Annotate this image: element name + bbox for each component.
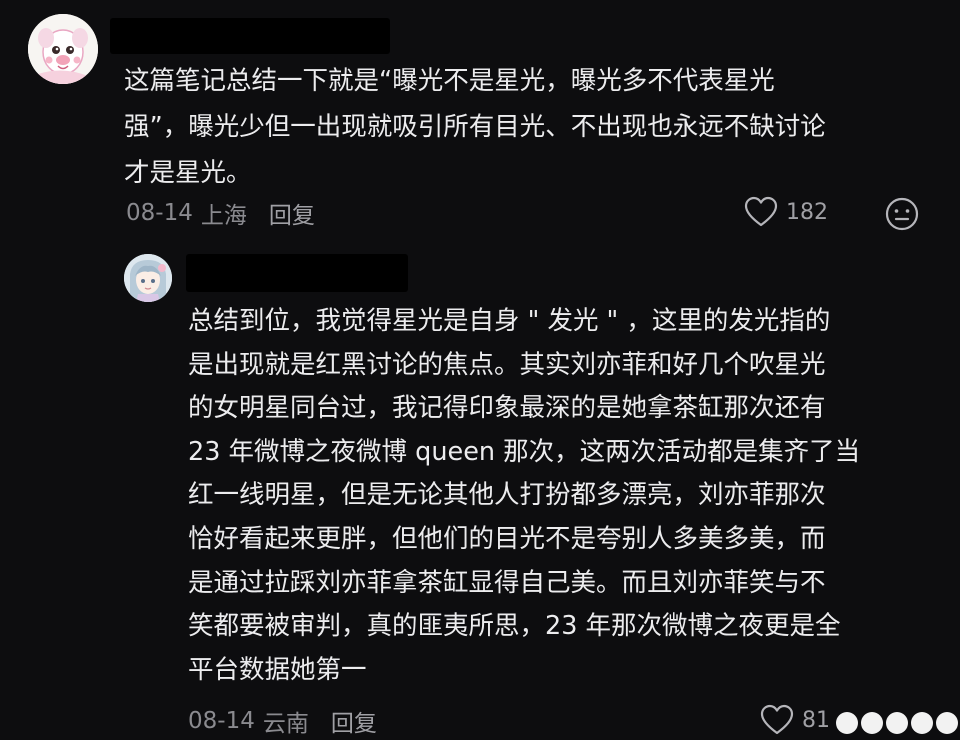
- watermark-mark: [861, 712, 883, 734]
- watermark: [836, 712, 958, 734]
- watermark-mark: [911, 712, 933, 734]
- reply-button[interactable]: 回复: [269, 196, 315, 230]
- comment-avatar[interactable]: [28, 14, 98, 84]
- watermark-mark: [836, 712, 858, 734]
- emoji-face-icon: [885, 197, 919, 231]
- like-button[interactable]: 81: [760, 704, 830, 736]
- cartoon-sheep-avatar-icon: [28, 14, 98, 84]
- anime-girl-avatar-icon: [124, 254, 172, 302]
- like-count: 182: [786, 199, 828, 225]
- reply-date: 08-14: [188, 708, 255, 734]
- emoji-reaction-button[interactable]: [884, 196, 920, 236]
- reply-text: 总结到位，我觉得星光是自身 " 发光 " ，这里的发光指的 是出现就是红黑讨论的…: [188, 306, 861, 685]
- heart-icon: [744, 196, 778, 227]
- reply-button[interactable]: 回复: [331, 704, 377, 738]
- comment-date: 08-14: [126, 200, 193, 226]
- reply-item: 总结到位，我觉得星光是自身 " 发光 " ，这里的发光指的 是出现就是红黑讨论的…: [0, 240, 960, 740]
- username-redacted[interactable]: [186, 254, 408, 292]
- like-count: 81: [802, 707, 830, 733]
- watermark-mark: [886, 712, 908, 734]
- username-redacted[interactable]: [110, 18, 390, 54]
- reply-location: 云南: [262, 711, 309, 737]
- comment-text: 这篇笔记总结一下就是“曝光不是星光，曝光多不代表星光 强”，曝光少但一出现就吸引…: [124, 66, 826, 188]
- reply-avatar[interactable]: [124, 254, 172, 302]
- reply-meta: 08-14 云南 回复: [188, 704, 377, 738]
- watermark-mark: [936, 712, 958, 734]
- like-button[interactable]: 182: [744, 196, 828, 228]
- comment-meta: 08-14 上海 回复: [126, 196, 315, 230]
- heart-icon: [760, 704, 794, 735]
- comment-item: 这篇笔记总结一下就是“曝光不是星光，曝光多不代表星光 强”，曝光少但一出现就吸引…: [0, 0, 960, 240]
- comment-location: 上海: [200, 203, 247, 229]
